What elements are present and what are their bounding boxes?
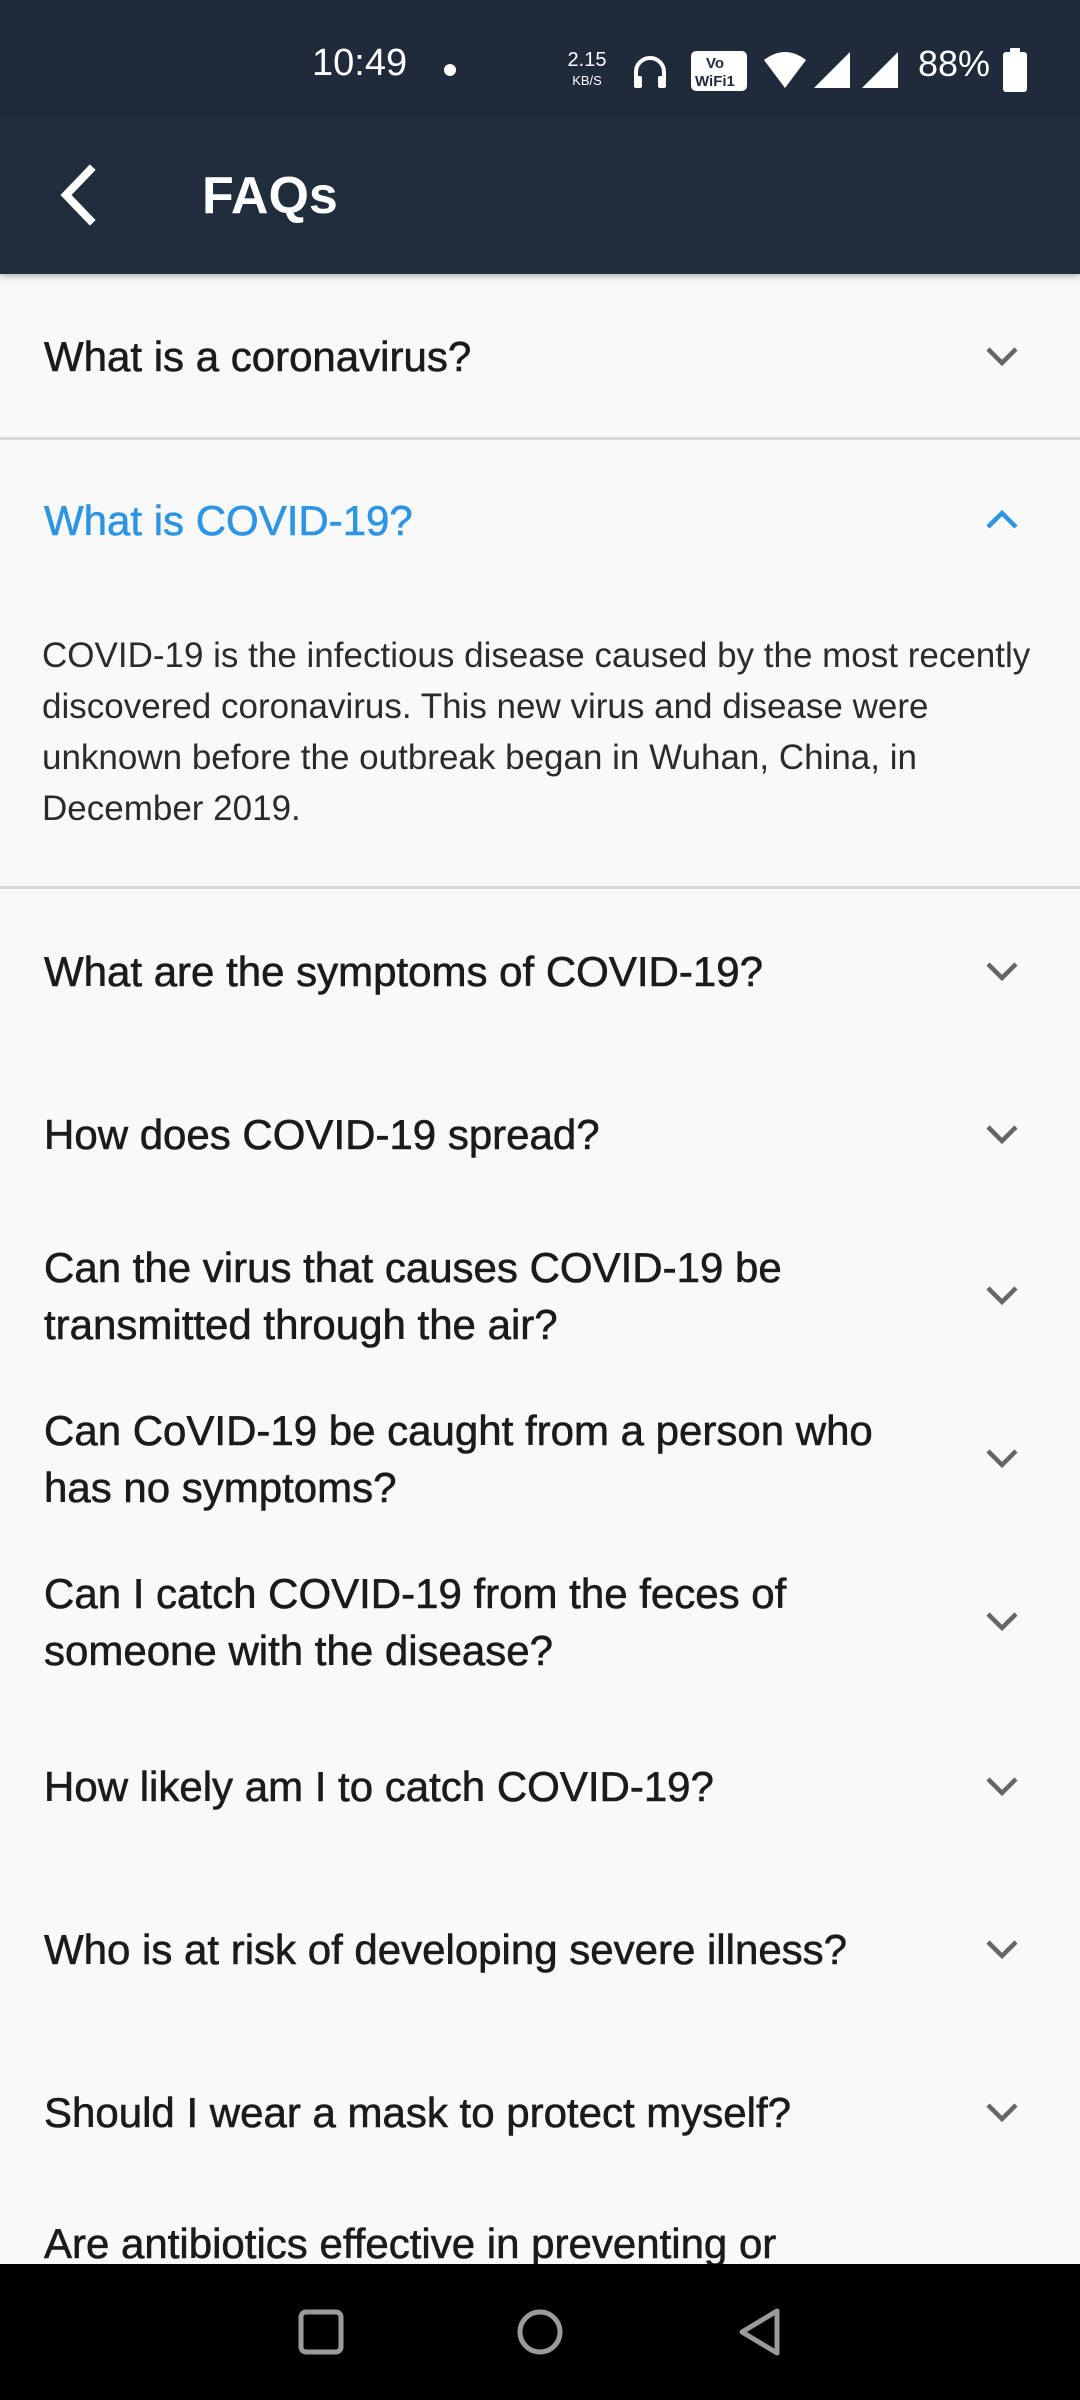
dot-icon <box>444 64 456 76</box>
home-circle-icon[interactable] <box>512 2304 568 2360</box>
signal-icon <box>862 52 898 88</box>
faq-question[interactable]: How does COVID-19 spread? <box>44 1106 884 1163</box>
faq-item[interactable]: How does COVID-19 spread? <box>0 1052 1080 1215</box>
net-speed-value: 2.15 <box>567 49 607 71</box>
chevron-down-icon[interactable] <box>980 2090 1024 2134</box>
faq-question[interactable]: Should I wear a mask to protect myself? <box>44 2084 884 2141</box>
chevron-down-icon[interactable] <box>980 1764 1024 1808</box>
faq-question[interactable]: Can CoVID-19 be caught from a person who… <box>44 1402 884 1516</box>
faq-item[interactable]: Are antibiotics effective in preventing … <box>0 2193 1080 2264</box>
chevron-down-icon[interactable] <box>980 1112 1024 1156</box>
faq-question[interactable]: What are the symptoms of COVID-19? <box>44 943 884 1000</box>
page-title: FAQs <box>202 167 338 225</box>
headphones-icon <box>634 56 666 88</box>
back-arrow-icon[interactable] <box>42 156 120 234</box>
faq-item[interactable]: What are the symptoms of COVID-19? <box>0 889 1080 1052</box>
net-speed-unit: KB/S <box>572 73 602 88</box>
chevron-down-icon[interactable] <box>980 1436 1024 1480</box>
faq-question[interactable]: What is COVID-19? <box>44 492 884 549</box>
faq-item-expanded[interactable]: What is COVID-19? COVID-19 is the infect… <box>0 440 1080 888</box>
faq-item[interactable]: How likely am I to catch COVID-19? <box>0 1704 1080 1867</box>
vowifi-icon: Vo WiFi1 <box>691 51 747 91</box>
chevron-up-icon[interactable] <box>980 498 1024 542</box>
faq-list[interactable]: What is a coronavirus? What is COVID-19?… <box>0 274 1080 2264</box>
status-bar: 10:49 2.15 KB/S Vo WiFi1 88% <box>0 0 1080 116</box>
faq-item[interactable]: Can the virus that causes COVID-19 be tr… <box>0 1215 1080 1378</box>
faq-item[interactable]: Can CoVID-19 be caught from a person who… <box>0 1378 1080 1541</box>
faq-question[interactable]: How likely am I to catch COVID-19? <box>44 1758 884 1815</box>
chevron-down-icon[interactable] <box>980 1273 1024 1317</box>
back-triangle-icon[interactable] <box>733 2304 789 2360</box>
battery-percent: 88% <box>918 43 991 84</box>
chevron-down-icon[interactable] <box>980 1927 1024 1971</box>
battery-icon <box>1003 48 1027 92</box>
faq-question[interactable]: Can the virus that causes COVID-19 be tr… <box>44 1239 884 1353</box>
faq-question[interactable]: Who is at risk of developing severe illn… <box>44 1921 884 1978</box>
faq-item[interactable]: Who is at risk of developing severe illn… <box>0 1867 1080 2030</box>
signal-icon <box>814 52 850 88</box>
chevron-down-icon[interactable] <box>980 1599 1024 1643</box>
app-bar: FAQs <box>0 116 1080 274</box>
faq-question[interactable]: Can I catch COVID-19 from the feces of s… <box>44 1565 884 1679</box>
svg-text:WiFi1: WiFi1 <box>695 73 735 90</box>
chevron-down-icon[interactable] <box>980 949 1024 993</box>
recents-square-icon[interactable] <box>293 2304 349 2360</box>
faq-item[interactable]: What is a coronavirus? <box>0 274 1080 439</box>
wifi-icon <box>764 52 806 88</box>
faq-item[interactable]: Can I catch COVID-19 from the feces of s… <box>0 1541 1080 1704</box>
chevron-down-icon[interactable] <box>980 334 1024 378</box>
svg-text:Vo: Vo <box>706 55 724 72</box>
faq-question[interactable]: Are antibiotics effective in preventing … <box>44 2215 884 2264</box>
faq-question[interactable]: What is a coronavirus? <box>44 328 884 385</box>
faq-item[interactable]: Should I wear a mask to protect myself? <box>0 2030 1080 2193</box>
faq-answer: COVID-19 is the infectious disease cause… <box>42 636 1031 828</box>
status-time: 10:49 <box>312 42 408 84</box>
navigation-bar <box>0 2264 1080 2400</box>
